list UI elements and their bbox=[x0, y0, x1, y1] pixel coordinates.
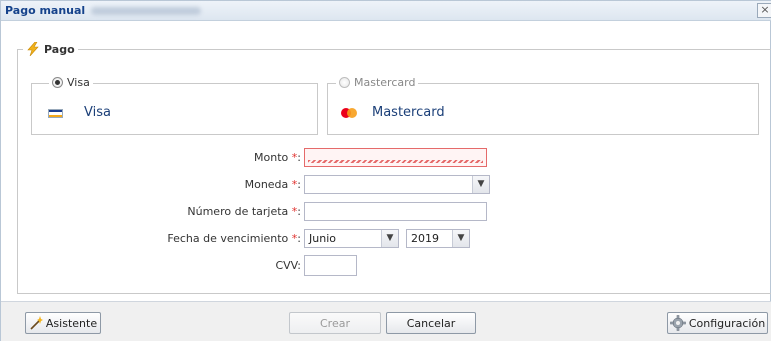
visa-legend[interactable]: Visa bbox=[49, 76, 93, 89]
manual-payment-window: Pago manual × Pago Visa Visa Mastercard … bbox=[0, 0, 771, 341]
window-titlebar: Pago manual × bbox=[1, 1, 771, 21]
blurred-shop-name bbox=[91, 7, 201, 15]
expiry-year-value: 2019 bbox=[411, 232, 439, 245]
mastercard-radio[interactable] bbox=[339, 77, 350, 88]
chevron-down-icon[interactable]: ▼ bbox=[472, 176, 489, 193]
close-button[interactable]: × bbox=[757, 3, 771, 18]
visa-card-box[interactable] bbox=[31, 83, 318, 135]
settings-button-label: Configuración bbox=[688, 316, 766, 330]
visa-logo-icon bbox=[48, 109, 63, 118]
mastercard-card-name[interactable]: Mastercard bbox=[372, 105, 445, 120]
invalid-underline bbox=[308, 160, 483, 163]
visa-legend-label: Visa bbox=[67, 76, 90, 89]
currency-label: Moneda *: bbox=[244, 178, 301, 191]
amount-label: Monto *: bbox=[254, 151, 301, 164]
chevron-down-icon[interactable]: ▼ bbox=[452, 230, 469, 247]
window-title: Pago manual bbox=[5, 4, 86, 17]
create-button-label: Crear bbox=[320, 316, 350, 330]
footer-toolbar: Asistente Crear Cancelar Configuración bbox=[1, 302, 771, 341]
wizard-button[interactable]: Asistente bbox=[25, 312, 101, 334]
mastercard-logo-icon bbox=[341, 108, 357, 118]
mastercard-legend-label: Mastercard bbox=[354, 76, 416, 89]
expiry-month-value: Junio bbox=[309, 232, 336, 245]
magic-wand-icon bbox=[30, 316, 43, 330]
settings-button[interactable]: Configuración bbox=[667, 312, 768, 334]
expiry-year-select[interactable]: 2019 ▼ bbox=[406, 229, 470, 248]
gear-icon bbox=[670, 315, 686, 331]
lightning-bolt-icon bbox=[27, 42, 39, 56]
amount-input[interactable] bbox=[304, 148, 487, 167]
mastercard-legend[interactable]: Mastercard bbox=[336, 76, 419, 89]
chevron-down-icon[interactable]: ▼ bbox=[381, 230, 398, 247]
visa-radio[interactable] bbox=[52, 77, 63, 88]
payment-legend: Pago bbox=[23, 42, 78, 56]
cancel-button[interactable]: Cancelar bbox=[386, 312, 476, 334]
payment-legend-label: Pago bbox=[44, 42, 75, 56]
create-button[interactable]: Crear bbox=[289, 312, 381, 334]
expiry-month-select[interactable]: Junio ▼ bbox=[304, 229, 399, 248]
visa-card-name[interactable]: Visa bbox=[84, 105, 111, 120]
card-number-label: Número de tarjeta *: bbox=[187, 205, 301, 218]
cvv-input[interactable] bbox=[304, 255, 357, 276]
currency-select[interactable]: ▼ bbox=[304, 175, 490, 194]
expiry-label: Fecha de vencimiento *: bbox=[167, 232, 301, 245]
cancel-button-label: Cancelar bbox=[406, 316, 456, 330]
cvv-label: CVV: bbox=[275, 259, 301, 272]
card-number-input[interactable] bbox=[304, 202, 487, 221]
wizard-button-label: Asistente bbox=[45, 316, 98, 330]
